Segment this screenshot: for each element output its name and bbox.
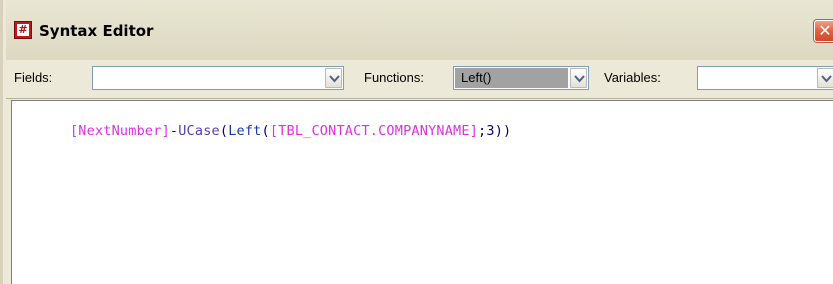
- toolbar: Fields: Functions: Left() Variables:: [6, 60, 833, 99]
- title-bar[interactable]: # Syntax Editor ✕: [6, 0, 833, 61]
- fields-dropdown-button[interactable]: [325, 68, 342, 88]
- functions-value: Left(): [461, 70, 492, 85]
- chevron-down-icon: [574, 75, 585, 83]
- syntax-expression: [NextNumber]-UCase(Left([TBL_CONTACT.COM…: [20, 107, 511, 155]
- argument-token: ;3)): [478, 123, 512, 139]
- close-icon: ✕: [818, 21, 832, 40]
- fields-label: Fields:: [14, 70, 53, 85]
- close-button[interactable]: ✕: [814, 20, 833, 42]
- functions-label: Functions:: [364, 70, 424, 85]
- chevron-down-icon: [329, 75, 340, 83]
- app-icon: #: [14, 21, 32, 39]
- field-token: [TBL_CONTACT.COMPANYNAME]: [269, 123, 479, 139]
- fields-dropdown[interactable]: [92, 66, 344, 90]
- functions-dropdown[interactable]: Left(): [453, 66, 589, 90]
- variables-dropdown[interactable]: [697, 66, 833, 90]
- syntax-editor-window: # Syntax Editor ✕ Fields: Functions: Lef…: [0, 0, 833, 284]
- chevron-down-icon: [821, 75, 832, 83]
- variables-label: Variables:: [604, 70, 661, 85]
- operator-token: -: [169, 123, 179, 139]
- field-token: [NextNumber]: [69, 123, 170, 139]
- paren-token: (: [261, 123, 270, 139]
- app-icon-glyph: #: [17, 23, 29, 36]
- function-token: UCase: [178, 123, 220, 139]
- paren-token: (: [219, 123, 229, 139]
- variables-dropdown-button[interactable]: [817, 68, 833, 88]
- functions-dropdown-button[interactable]: [570, 68, 587, 88]
- syntax-text-area[interactable]: [NextNumber]-UCase(Left([TBL_CONTACT.COM…: [11, 100, 833, 284]
- window-title: Syntax Editor: [39, 22, 154, 40]
- function-token: Left: [228, 123, 262, 139]
